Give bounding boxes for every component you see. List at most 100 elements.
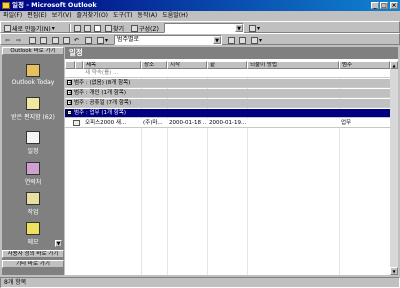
find-button[interactable]: 찾기 (105, 24, 124, 33)
shortcut-tasks[interactable]: 작업 (2, 192, 64, 216)
group-row-business[interactable]: − 범주 : 업무 (1개 항목) (65, 109, 390, 118)
other-shortcuts-group-button[interactable]: 기타 바로 가기 (2, 260, 64, 268)
organize-button[interactable]: 구성(Z) (131, 24, 159, 33)
up-folder-icon (29, 36, 36, 44)
menu-actions[interactable]: 동작(A) (137, 11, 157, 21)
calendar-icon (26, 131, 40, 144)
contacts-icon (26, 162, 40, 175)
folder-list-icon (40, 36, 47, 44)
status-bar: 8개 항목 (0, 277, 400, 288)
column-icon[interactable] (65, 61, 75, 69)
undo-icon: ↶ (74, 36, 80, 44)
shortcut-inbox[interactable]: 받은 편지함 (62) (2, 97, 64, 121)
find-icon (105, 24, 112, 32)
cell-start: 2000-01-18 ... (169, 120, 206, 126)
field-chooser-icon (228, 36, 235, 44)
view-type-button[interactable]: ▾ (97, 36, 108, 44)
print-preview-icon (63, 36, 70, 44)
printer-icon (74, 24, 81, 32)
delete-button[interactable] (94, 24, 102, 32)
undo-button[interactable]: ↶ (74, 36, 79, 44)
group-row-holiday[interactable]: + 범주 : 공휴일 (7개 항목) (65, 99, 390, 108)
help-icon (249, 24, 256, 32)
folder-banner: 일정 (65, 47, 398, 59)
menu-help[interactable]: 도움말(H) (162, 11, 188, 21)
cell-subject: 오피스2000 새... (85, 120, 127, 126)
menu-view[interactable]: 보기(V) (52, 11, 72, 21)
forward-button[interactable]: ⇨ (16, 36, 21, 44)
current-view-select[interactable]: 범주별로 ▼ (114, 35, 222, 45)
address-book-combo[interactable]: ▼ (164, 23, 244, 33)
folder-title: 일정 (69, 48, 83, 57)
outlook-today-icon (52, 36, 59, 44)
my-shortcuts-group-button[interactable]: 사용자 정의 바로 가기 (2, 250, 64, 258)
appointment-icon (73, 120, 80, 126)
expand-icon[interactable]: + (67, 80, 72, 86)
status-item-count: 8개 항목 (4, 279, 27, 286)
new-button[interactable]: 새로 만들기(N) ▾ (4, 24, 55, 33)
menu-file[interactable]: 파일(F) (3, 11, 22, 21)
column-subject[interactable]: 제목 (83, 61, 141, 69)
outlook-shortcuts-group-button[interactable]: Outlook 바로 가기 (2, 47, 64, 55)
close-button[interactable]: × (390, 2, 398, 9)
advanced-toolbar: ⇦ ⇨ ↶ ▾ 범주별로 ▼ ▾ (0, 33, 400, 45)
notes-icon (26, 222, 40, 235)
table-row[interactable]: 오피스2000 새... (주)마... 2000-01-18 ... 2000… (65, 119, 390, 128)
menu-tools[interactable]: 도구(T) (113, 11, 132, 21)
column-start[interactable]: 시작 (167, 61, 207, 69)
new-item-row[interactable]: 새 약속(를) ... (65, 69, 390, 78)
standard-toolbar: 새로 만들기(N) ▾ 찾기 구성(Z) ▼ ▾ (0, 21, 400, 33)
outlook-app-icon[interactable] (2, 2, 10, 9)
delete-icon (94, 24, 101, 32)
auto-preview-icon (251, 36, 258, 44)
group-by-box-button[interactable] (239, 36, 247, 44)
shortcut-calendar[interactable]: 일정 (2, 131, 64, 155)
up-one-level-button[interactable] (29, 36, 37, 44)
field-chooser-button[interactable] (228, 36, 236, 44)
menu-edit[interactable]: 편집(E) (27, 11, 47, 21)
group-row-none[interactable]: + 범주 : (없음) (8개 항목) (65, 79, 390, 88)
scroll-down-arrow[interactable]: ▼ (55, 240, 62, 247)
maximize-button[interactable]: □ (380, 2, 388, 9)
calendar-list-view: 일정 제목 장소 시작 끝 되풀이 방법 범주 새 약속(를) ... + 범주 … (65, 47, 398, 275)
view-type-icon (97, 36, 104, 44)
outlook-today-button[interactable] (52, 36, 60, 44)
window-title: 일정 - Microsoft Outlook (12, 1, 97, 9)
scroll-down-button[interactable]: ▼ (390, 267, 398, 275)
group-by-icon (239, 36, 246, 44)
expand-icon[interactable]: + (67, 100, 72, 106)
rules-icon (85, 36, 92, 44)
menu-favorites[interactable]: 즐겨찾기(O) (77, 11, 109, 21)
rules-button[interactable] (85, 36, 93, 44)
collapse-icon[interactable]: − (67, 110, 72, 116)
auto-preview-button[interactable]: ▾ (251, 36, 262, 44)
help-button[interactable]: ▾ (249, 24, 260, 32)
outlook-today-icon (26, 64, 40, 77)
folder-move-icon (84, 24, 91, 32)
column-attachment[interactable] (75, 61, 83, 69)
shortcut-contacts[interactable]: 연락처 (2, 162, 64, 186)
column-recurrence[interactable]: 되풀이 방법 (247, 61, 339, 69)
print-preview-button[interactable] (63, 36, 71, 44)
vertical-scrollbar[interactable]: ▲ ▼ (390, 61, 398, 275)
minimize-button[interactable]: _ (371, 2, 379, 9)
column-categories[interactable]: 범주 (339, 61, 390, 69)
shortcut-outlook-today[interactable]: Outlook Today (2, 64, 64, 86)
move-to-folder-button[interactable] (84, 24, 92, 32)
expand-icon[interactable]: + (67, 90, 72, 96)
column-location[interactable]: 장소 (141, 61, 167, 69)
folder-list-button[interactable] (40, 36, 48, 44)
back-arrow-icon: ⇦ (5, 36, 11, 44)
title-bar: 일정 - Microsoft Outlook _ □ × (0, 0, 400, 11)
cell-end: 2000-01-19... (209, 120, 246, 126)
menu-bar: 파일(F) 편집(E) 보기(V) 즐겨찾기(O) 도구(T) 동작(A) 도움말(H) (0, 11, 400, 21)
new-appointment-icon (4, 24, 11, 32)
column-end[interactable]: 끝 (207, 61, 247, 69)
outlook-bar: Outlook 바로 가기 Outlook Today 받은 편지함 (62) … (2, 47, 64, 275)
forward-arrow-icon: ⇨ (16, 36, 22, 44)
group-row-personal[interactable]: + 범주 : 개인 (1개 항목) (65, 89, 390, 98)
back-button[interactable]: ⇦ (5, 36, 10, 44)
organize-icon (131, 24, 138, 32)
print-button[interactable] (74, 24, 82, 32)
scroll-up-button[interactable]: ▲ (390, 61, 398, 69)
